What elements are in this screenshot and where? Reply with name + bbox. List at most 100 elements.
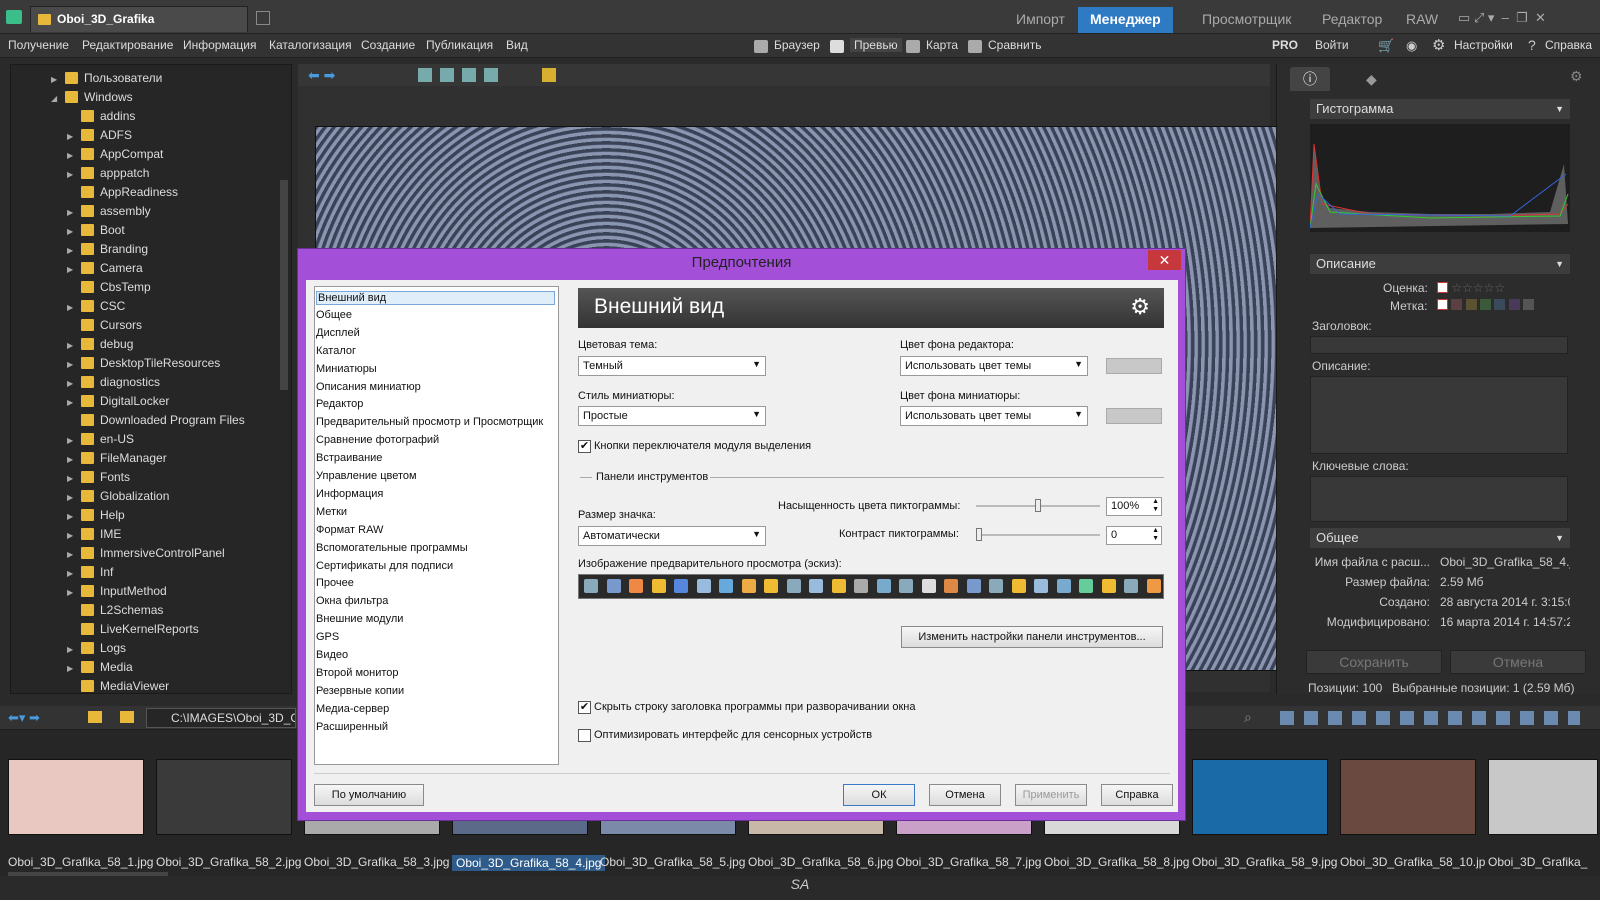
menu-item-0[interactable]: Получение bbox=[8, 38, 69, 52]
tree-item[interactable]: ▶ diagnostics bbox=[67, 375, 160, 394]
expand-arrow-icon[interactable]: ▶ bbox=[67, 151, 77, 160]
expand-arrow-icon[interactable]: ▶ bbox=[67, 531, 77, 540]
category-item[interactable]: Внешние модули bbox=[316, 613, 403, 625]
category-item[interactable]: Миниатюры bbox=[316, 363, 377, 375]
expand-arrow-icon[interactable]: ▶ bbox=[67, 379, 77, 388]
category-item[interactable]: Общее bbox=[316, 309, 352, 321]
keywords-input[interactable] bbox=[1310, 476, 1568, 522]
tree-item[interactable]: Downloaded Program Files bbox=[67, 413, 245, 432]
icon-size-select[interactable]: Автоматически ▼ bbox=[578, 526, 766, 546]
tree-item[interactable]: ▶ InputMethod bbox=[67, 584, 167, 603]
tree-item[interactable]: ▶ Fonts bbox=[67, 470, 130, 489]
thumbnail-caption[interactable]: Oboi_3D_Grafika_58_1.jpg bbox=[8, 855, 153, 869]
category-item[interactable]: Прочее bbox=[316, 577, 354, 589]
tree-item[interactable]: ▶ Inf bbox=[67, 565, 113, 584]
category-item[interactable]: Сравнение фотографий bbox=[316, 434, 439, 446]
expand-arrow-icon[interactable]: ▶ bbox=[67, 208, 77, 217]
hide-title-checkbox[interactable]: ✔ bbox=[578, 701, 591, 714]
expand-arrow-icon[interactable]: ▶ bbox=[67, 664, 77, 673]
saturation-input[interactable]: 100% ▲ ▼ bbox=[1106, 497, 1162, 516]
rss-icon[interactable]: ◉ bbox=[1406, 38, 1417, 54]
mode-tab-4[interactable]: RAW bbox=[1394, 7, 1450, 33]
category-item[interactable]: Медиа-сервер bbox=[316, 703, 389, 715]
category-item[interactable]: Внешний вид bbox=[316, 291, 555, 305]
category-item[interactable]: Вспомогательные программы bbox=[316, 542, 468, 554]
spinner-icon[interactable]: ▲ ▼ bbox=[1152, 527, 1159, 543]
color-theme-select[interactable]: Темный ▼ bbox=[578, 356, 766, 376]
expand-arrow-icon[interactable]: ▶ bbox=[67, 132, 77, 141]
thumbnail-image[interactable] bbox=[1340, 759, 1476, 835]
tree-item[interactable]: CbsTemp bbox=[67, 280, 151, 299]
menu-item-5[interactable]: Публикация bbox=[426, 38, 493, 52]
description-input[interactable] bbox=[1310, 376, 1568, 454]
menu-item-1[interactable]: Редактирование bbox=[82, 38, 173, 52]
expand-arrow-icon[interactable]: ▶ bbox=[67, 493, 77, 502]
expand-arrow-icon[interactable]: ▶ bbox=[67, 569, 77, 578]
expand-arrow-icon[interactable]: ▶ bbox=[67, 341, 77, 350]
expand-arrow-icon[interactable]: ▶ bbox=[67, 645, 77, 654]
category-item[interactable]: Формат RAW bbox=[316, 524, 383, 536]
category-item[interactable]: Видео bbox=[316, 649, 348, 661]
caption-input[interactable] bbox=[1310, 336, 1568, 354]
tree-item[interactable]: ▶ ADFS bbox=[67, 128, 132, 147]
category-item[interactable]: Каталог bbox=[316, 345, 356, 357]
info-tab-icon[interactable]: ⓘ bbox=[1290, 67, 1330, 91]
gear-icon[interactable]: ⚙ bbox=[1432, 36, 1445, 54]
nav-arrows-icon[interactable]: ⬅▾ ➡ bbox=[8, 710, 40, 726]
touch-checkbox[interactable] bbox=[578, 729, 591, 742]
category-item[interactable]: GPS bbox=[316, 631, 339, 643]
close-icon[interactable]: ✕ bbox=[1148, 250, 1181, 270]
thumb-bg-swatch[interactable] bbox=[1106, 408, 1162, 424]
category-item[interactable]: Информация bbox=[316, 488, 383, 500]
back-arrow-icon[interactable]: ⬅ ➡ bbox=[308, 67, 335, 84]
tree-item[interactable]: ▶ Branding bbox=[67, 242, 148, 261]
category-item[interactable]: Метки bbox=[316, 506, 347, 518]
tree-item[interactable]: ▶ debug bbox=[67, 337, 133, 356]
mode-tab-1[interactable]: Менеджер bbox=[1078, 7, 1173, 33]
expand-arrow-icon[interactable]: ▶ bbox=[67, 265, 77, 274]
thumbnail-caption[interactable]: Oboi_3D_Grafika_58_6.jpg bbox=[748, 855, 893, 869]
help-button[interactable]: Справка bbox=[1101, 784, 1173, 806]
expand-arrow-icon[interactable]: ▶ bbox=[67, 588, 77, 597]
thumbnail-caption[interactable]: Oboi_3D_Grafika_58_2.jpg bbox=[156, 855, 301, 869]
contrast-input[interactable]: 0 ▲ ▼ bbox=[1106, 526, 1162, 545]
thumbnail-image[interactable] bbox=[156, 759, 292, 835]
menu-item-2[interactable]: Информация bbox=[183, 38, 256, 52]
category-item[interactable]: Расширенный bbox=[316, 721, 388, 733]
histogram-header[interactable]: Гистограмма ▼ bbox=[1310, 99, 1570, 119]
editor-bg-swatch[interactable] bbox=[1106, 358, 1162, 374]
zoom-in-icon[interactable] bbox=[418, 68, 432, 82]
category-item[interactable]: Дисплей bbox=[316, 327, 360, 339]
tree-scrollbar[interactable] bbox=[280, 180, 288, 390]
zoom-out-icon[interactable] bbox=[440, 68, 454, 82]
category-item[interactable]: Окна фильтра bbox=[316, 595, 388, 607]
cancel-button[interactable]: Отмена bbox=[929, 784, 1001, 806]
tree-item[interactable]: ▶ DesktopTileResources bbox=[67, 356, 220, 375]
toolbar-settings-button[interactable]: Изменить настройки панели инструментов..… bbox=[901, 626, 1163, 648]
view-2[interactable]: Карта bbox=[926, 38, 958, 52]
view-3[interactable]: Сравнить bbox=[988, 38, 1041, 52]
category-item[interactable]: Второй монитор bbox=[316, 667, 399, 679]
thumbnail-caption[interactable]: Oboi_3D_Grafika_58_4.jpg bbox=[452, 855, 606, 871]
thumbnail-image[interactable] bbox=[8, 759, 144, 835]
contrast-slider[interactable] bbox=[976, 534, 1100, 536]
folder-tree[interactable]: ▶ Пользователи ◢ Windows addins ▶ ADFS ▶ AppComp… bbox=[10, 64, 292, 694]
menu-right-1[interactable]: Войти bbox=[1315, 38, 1349, 52]
tree-item[interactable]: AppReadiness bbox=[67, 185, 178, 204]
view-1[interactable]: Превью bbox=[850, 38, 902, 52]
view-0[interactable]: Браузер bbox=[774, 38, 820, 52]
strip-tools-icons[interactable] bbox=[1280, 711, 1580, 725]
expand-arrow-icon[interactable]: ▶ bbox=[67, 455, 77, 464]
folder-up-icon[interactable] bbox=[88, 711, 102, 723]
save-button[interactable]: Сохранить bbox=[1306, 650, 1442, 674]
tree-item[interactable]: ▶ Media bbox=[67, 660, 133, 679]
thumb-style-select[interactable]: Простые ▼ bbox=[578, 406, 766, 426]
tree-item[interactable]: ▶ Help bbox=[67, 508, 125, 527]
expand-arrow-icon[interactable]: ▶ bbox=[67, 360, 77, 369]
module-buttons-checkbox[interactable]: ✔ bbox=[578, 440, 591, 453]
category-item[interactable]: Описания миниатюр bbox=[316, 381, 421, 393]
category-item[interactable]: Управление цветом bbox=[316, 470, 417, 482]
window-controls[interactable]: ▭ ⤢ ▾ – ❐ ✕ bbox=[1458, 10, 1546, 26]
tree-item[interactable]: ▶ assembly bbox=[67, 204, 151, 223]
tree-item[interactable]: LiveKernelReports bbox=[67, 622, 199, 641]
